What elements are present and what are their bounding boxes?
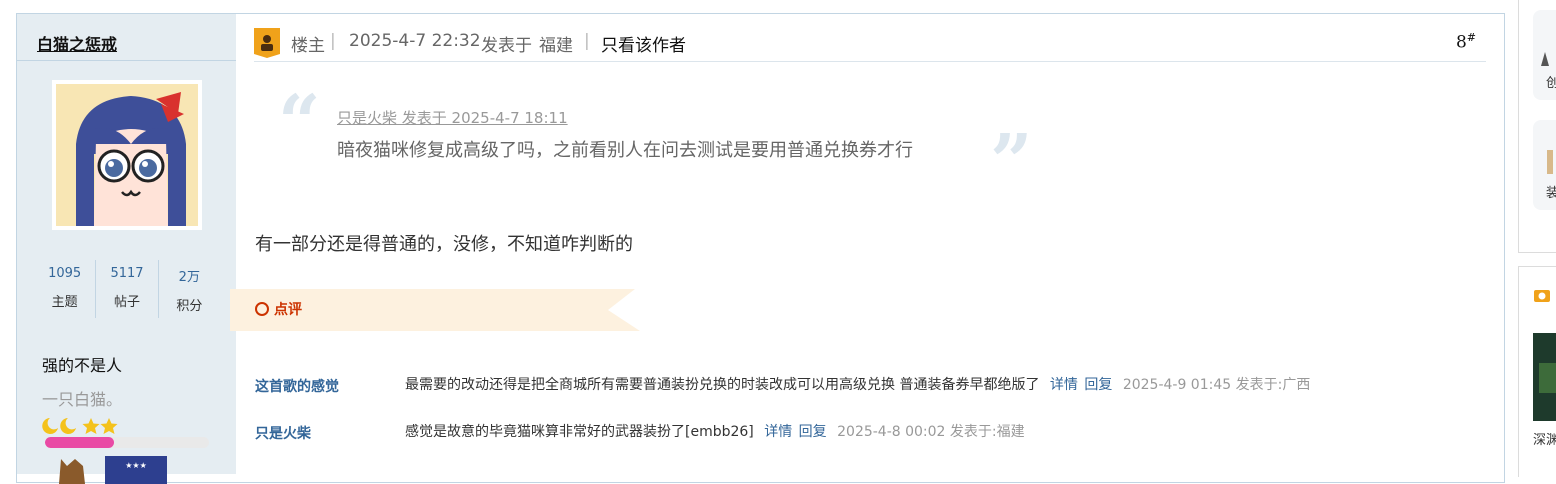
stat-value: 1095	[48, 266, 82, 281]
divider	[17, 60, 236, 61]
comment-section-label: 点评	[255, 299, 302, 319]
comment-detail-link[interactable]: 详情	[764, 424, 792, 440]
stat-threads[interactable]: 1095 主题	[34, 260, 97, 318]
floor-value: 8	[1455, 32, 1467, 53]
quote-source-link[interactable]: 只是火柴 发表于 2025-4-7 18:11	[337, 107, 568, 128]
level-progress-bar	[45, 437, 209, 448]
quote-close-icon: ”	[990, 119, 1033, 205]
level-progress-fill	[45, 437, 114, 448]
stat-label: 帖子	[113, 295, 140, 310]
only-author-link[interactable]: 只看该作者	[601, 31, 686, 56]
op-label: 楼主	[291, 36, 325, 56]
comment-text: 最需要的改动还得是把全商城所有需要普通装扮兑换的时装改成可以用高级兑换 普通装备…	[405, 377, 1040, 393]
moon-star-icon	[42, 418, 118, 434]
medal-icon[interactable]: ★★★	[105, 454, 167, 484]
thread-starter-icon	[254, 28, 280, 58]
sidebar-card[interactable]: 装	[1533, 120, 1556, 210]
sidebar-section-label[interactable]: 深渊	[1533, 429, 1556, 448]
avatar-image	[56, 84, 198, 226]
separator: |	[330, 31, 336, 51]
user-stats: 1095 主题 5117 帖子 2万 积分	[34, 260, 220, 318]
comment-label-text: 点评	[274, 302, 302, 318]
sidebar-card-label: 创	[1546, 76, 1556, 91]
stat-points[interactable]: 2万 积分	[159, 260, 220, 318]
post-header: 楼主 | 2025-4-7 22:32 发表于 福建 | 只看该作者 8#	[254, 28, 1486, 62]
user-level-stars	[42, 417, 122, 439]
post-datetime: 2025-4-7 22:32	[349, 31, 481, 51]
sidebar-box: 深渊	[1518, 266, 1556, 477]
figure-icon	[1547, 150, 1553, 174]
comment-text: 感觉是故意的毕竟猫咪算非常好的武器装扮了[embb26]	[405, 424, 754, 440]
comment-content: 感觉是故意的毕竟猫咪算非常好的武器装扮了[embb26] 详情 回复 2025-…	[405, 421, 1025, 441]
comment-content: 最需要的改动还得是把全商城所有需要普通装扮兑换的时装改成可以用高级兑换 普通装备…	[405, 374, 1310, 394]
comment-row: 只是火柴 感觉是故意的毕竟猫咪算非常好的武器装扮了[embb26] 详情 回复 …	[255, 419, 1455, 443]
stat-value: 5117	[110, 266, 144, 281]
floor-number[interactable]: 8#	[1456, 31, 1476, 53]
sidebar-card[interactable]: 创	[1533, 10, 1556, 100]
quote-open-icon: “	[278, 80, 321, 166]
svg-text:★★★: ★★★	[125, 461, 147, 470]
stat-posts[interactable]: 5117 帖子	[96, 260, 159, 318]
pencil-icon	[1541, 52, 1549, 66]
stat-value: 2万	[178, 270, 200, 285]
circle-icon	[255, 302, 269, 316]
posted-at-label: 发表于	[481, 36, 532, 56]
avatar[interactable]	[52, 80, 202, 230]
floor-mark: #	[1466, 31, 1476, 44]
post-location: 福建	[539, 36, 573, 56]
post-frame	[16, 13, 1505, 483]
username-link[interactable]: 白猫之惩戒	[37, 31, 117, 55]
comment-meta: 2025-4-9 01:45 发表于:广西	[1122, 377, 1311, 393]
comment-meta: 2025-4-8 00:02 发表于:福建	[837, 424, 1025, 440]
user-info-panel: 白猫之惩戒 1095 主题 5117 帖子 2万 积分 强的不是人 一只白猫。 …	[17, 14, 236, 484]
medal-icon[interactable]	[55, 454, 89, 484]
comment-reply-link[interactable]: 回复	[799, 424, 827, 440]
comment-detail-link[interactable]: 详情	[1050, 377, 1078, 393]
stat-label: 积分	[176, 299, 203, 314]
comment-user-link[interactable]: 这首歌的感觉	[255, 376, 339, 396]
thumbnail-image[interactable]	[1533, 333, 1556, 421]
stat-label: 主题	[51, 295, 78, 310]
right-sidebar: 创 装 深渊	[1518, 0, 1556, 477]
comment-reply-link[interactable]: 回复	[1084, 377, 1112, 393]
sidebar-card-label: 装	[1546, 186, 1556, 201]
user-custom-title: 一只白猫。	[42, 390, 123, 409]
comment-row: 这首歌的感觉 最需要的改动还得是把全商城所有需要普通装扮兑换的时装改成可以用高级…	[255, 372, 1455, 396]
quote-text: 暗夜猫咪修复成高级了吗，之前看别人在问去测试是要用普通兑换券才行	[337, 140, 913, 161]
camera-icon	[1534, 290, 1550, 302]
separator: |	[584, 31, 590, 51]
post-body: 有一部分还是得普通的，没修，不知道咋判断的	[255, 234, 633, 255]
comment-user-link[interactable]: 只是火柴	[255, 423, 311, 443]
sidebar-box: 创 装	[1518, 0, 1556, 253]
user-group-title: 强的不是人	[42, 356, 123, 375]
